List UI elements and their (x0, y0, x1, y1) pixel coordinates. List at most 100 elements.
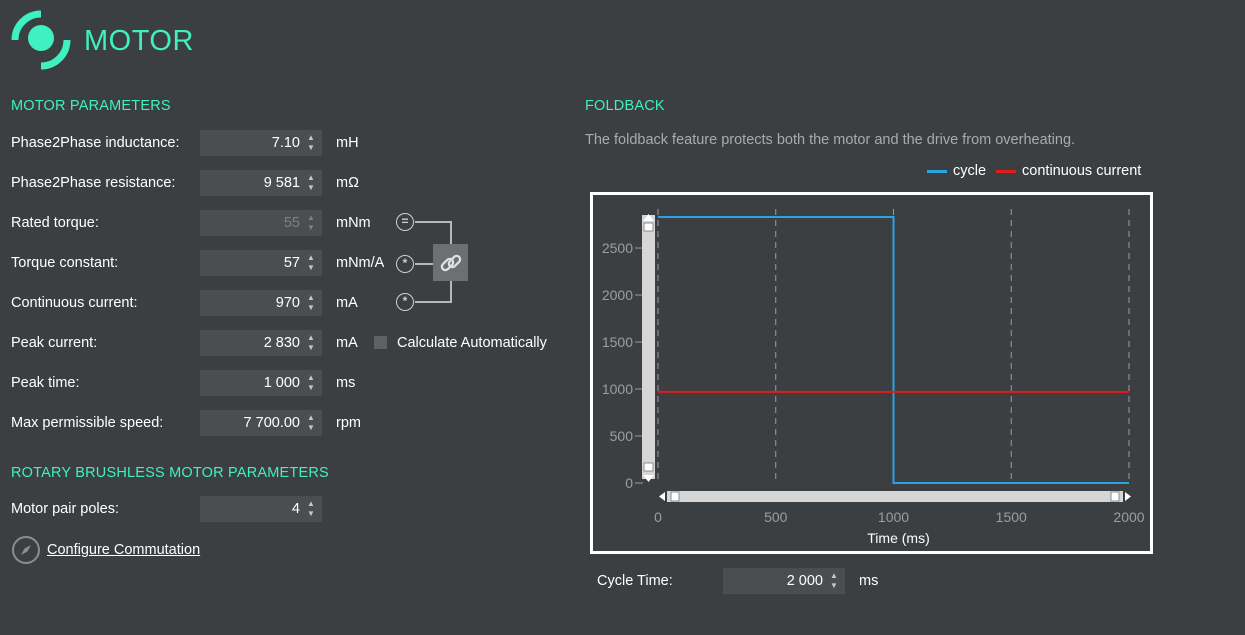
arrow-down-icon[interactable]: ▼ (307, 509, 315, 519)
torque-constant-stepper[interactable]: 57 ▲ ▼ (200, 250, 322, 276)
param-unit: mNm (336, 215, 371, 231)
inductance-input[interactable]: 7.10 (200, 130, 300, 156)
y-tick-label: 500 (610, 428, 634, 444)
arrow-down-icon[interactable]: ▼ (307, 143, 315, 153)
param-unit: ms (336, 375, 356, 391)
stepper-arrows[interactable]: ▲ ▼ (300, 330, 322, 356)
param-row-resistance: Phase2Phase resistance: 9 581 ▲ ▼ mΩ (11, 170, 359, 196)
param-row-peak-current: Peak current: 2 830 ▲ ▼ mA (11, 330, 358, 356)
param-unit: mA (336, 335, 358, 351)
torque-constant-input[interactable]: 57 (200, 250, 300, 276)
page-title: MOTOR (84, 24, 194, 57)
inductance-stepper[interactable]: 7.10 ▲ ▼ (200, 130, 322, 156)
rated-torque-input: 55 (200, 210, 300, 236)
configure-commutation-link[interactable]: Configure Commutation (47, 542, 200, 558)
x-tick-label: 1000 (878, 509, 909, 525)
param-unit: mΩ (336, 175, 359, 191)
param-label: Continuous current: (11, 295, 138, 311)
continuous-current-input[interactable]: 970 (200, 290, 300, 316)
stepper-arrows[interactable]: ▲ ▼ (300, 250, 322, 276)
scroll-right-arrow-icon (1125, 492, 1131, 501)
arrow-up-icon[interactable]: ▲ (307, 173, 315, 183)
param-row-rated-torque: Rated torque: 55 ▲ ▼ mNm (11, 210, 371, 236)
param-unit: mA (336, 295, 358, 311)
y-tick-label: 0 (625, 475, 633, 491)
cycle-time-stepper[interactable]: 2 000 ▲ ▼ (723, 568, 845, 594)
param-label: Peak current: (11, 335, 98, 351)
arrow-up-icon[interactable]: ▲ (307, 413, 315, 423)
resistance-stepper[interactable]: 9 581 ▲ ▼ (200, 170, 322, 196)
arrow-down-icon[interactable]: ▼ (307, 383, 315, 393)
pair-poles-stepper[interactable]: 4 ▲ ▼ (200, 496, 322, 522)
link-button[interactable] (433, 244, 468, 281)
stepper-arrows: ▲ ▼ (300, 210, 322, 236)
legend-label-cycle: cycle (953, 163, 987, 179)
arrow-up-icon[interactable]: ▲ (307, 293, 315, 303)
arrow-down-icon[interactable]: ▼ (830, 581, 838, 591)
foldback-chart: 0 500 1000 1500 2000 2500 0 500 1000 1500 2000 Time… (590, 192, 1153, 554)
calculate-automatically-checkbox[interactable] (374, 336, 387, 349)
arrow-up-icon[interactable]: ▲ (307, 253, 315, 263)
arrow-up-icon[interactable]: ▲ (307, 499, 315, 509)
stepper-arrows[interactable]: ▲ ▼ (300, 290, 322, 316)
cycle-time-row: Cycle Time: 2 000 ▲ ▼ ms (597, 568, 878, 594)
arrow-down-icon[interactable]: ▼ (307, 263, 315, 273)
stepper-arrows[interactable]: ▲ ▼ (300, 410, 322, 436)
param-label: Motor pair poles: (11, 501, 119, 517)
scroll-handle-top (643, 222, 654, 232)
y-tick-label: 2000 (602, 287, 633, 303)
rotary-parameters-title: ROTARY BRUSHLESS MOTOR PARAMETERS (11, 465, 329, 481)
arrow-down-icon[interactable]: ▼ (307, 303, 315, 313)
arrow-down-icon[interactable]: ▼ (307, 423, 315, 433)
param-row-pair-poles: Motor pair poles: 4 ▲ ▼ (11, 496, 322, 522)
arrow-up-icon[interactable]: ▲ (307, 373, 315, 383)
param-label: Max permissible speed: (11, 415, 164, 431)
arrow-down-icon[interactable]: ▼ (307, 183, 315, 193)
foldback-chart-svg: 0 500 1000 1500 2000 2500 0 500 1000 1500 2000 Time… (602, 209, 1145, 546)
stepper-arrows[interactable]: ▲ ▼ (300, 496, 322, 522)
link-chain-icon (440, 254, 461, 271)
motor-logo-icon (11, 10, 71, 70)
scroll-handle-right (1110, 491, 1120, 502)
stepper-arrows[interactable]: ▲ ▼ (300, 130, 322, 156)
param-label: Peak time: (11, 375, 80, 391)
param-label: Phase2Phase resistance: (11, 175, 176, 191)
continuous-current-stepper[interactable]: 970 ▲ ▼ (200, 290, 322, 316)
scroll-handle-bottom (643, 462, 654, 472)
param-row-torque-constant: Torque constant: 57 ▲ ▼ mNm/A (11, 250, 384, 276)
equals-icon: = (396, 213, 414, 231)
peak-time-stepper[interactable]: 1 000 ▲ ▼ (200, 370, 322, 396)
app-header: MOTOR (10, 9, 194, 71)
foldback-description: The foldback feature protects both the m… (585, 132, 1076, 148)
scroll-left-arrow-icon (659, 492, 665, 501)
y-tick-label: 2500 (602, 240, 633, 256)
max-speed-stepper[interactable]: 7 700.00 ▲ ▼ (200, 410, 322, 436)
param-unit: mH (336, 135, 359, 151)
legend-swatch-cycle (927, 169, 947, 173)
param-label: Torque constant: (11, 255, 119, 271)
pair-poles-input[interactable]: 4 (200, 496, 300, 522)
cycle-time-input[interactable]: 2 000 (723, 568, 823, 594)
param-row-peak-time: Peak time: 1 000 ▲ ▼ ms (11, 370, 355, 396)
stepper-arrows[interactable]: ▲ ▼ (823, 568, 845, 594)
arrow-up-icon[interactable]: ▲ (307, 133, 315, 143)
arrow-up-icon[interactable]: ▲ (307, 333, 315, 343)
compass-icon[interactable] (11, 535, 41, 565)
param-unit: rpm (336, 415, 361, 431)
stepper-arrows[interactable]: ▲ ▼ (300, 370, 322, 396)
arrow-up-icon[interactable]: ▲ (830, 571, 838, 581)
x-tick-label: 500 (764, 509, 788, 525)
max-speed-input[interactable]: 7 700.00 (200, 410, 300, 436)
resistance-input[interactable]: 9 581 (200, 170, 300, 196)
y-tick-label: 1500 (602, 334, 633, 350)
arrow-down-icon[interactable]: ▼ (307, 343, 315, 353)
peak-current-stepper[interactable]: 2 830 ▲ ▼ (200, 330, 322, 356)
param-row-inductance: Phase2Phase inductance: 7.10 ▲ ▼ mH (11, 130, 359, 156)
peak-time-input[interactable]: 1 000 (200, 370, 300, 396)
legend-label-continuous: continuous current (1022, 163, 1142, 179)
param-unit: mNm/A (336, 255, 385, 271)
x-tick-label: 2000 (1113, 509, 1144, 525)
stepper-arrows[interactable]: ▲ ▼ (300, 170, 322, 196)
peak-current-input[interactable]: 2 830 (200, 330, 300, 356)
calculate-automatically-label[interactable]: Calculate Automatically (397, 335, 547, 351)
